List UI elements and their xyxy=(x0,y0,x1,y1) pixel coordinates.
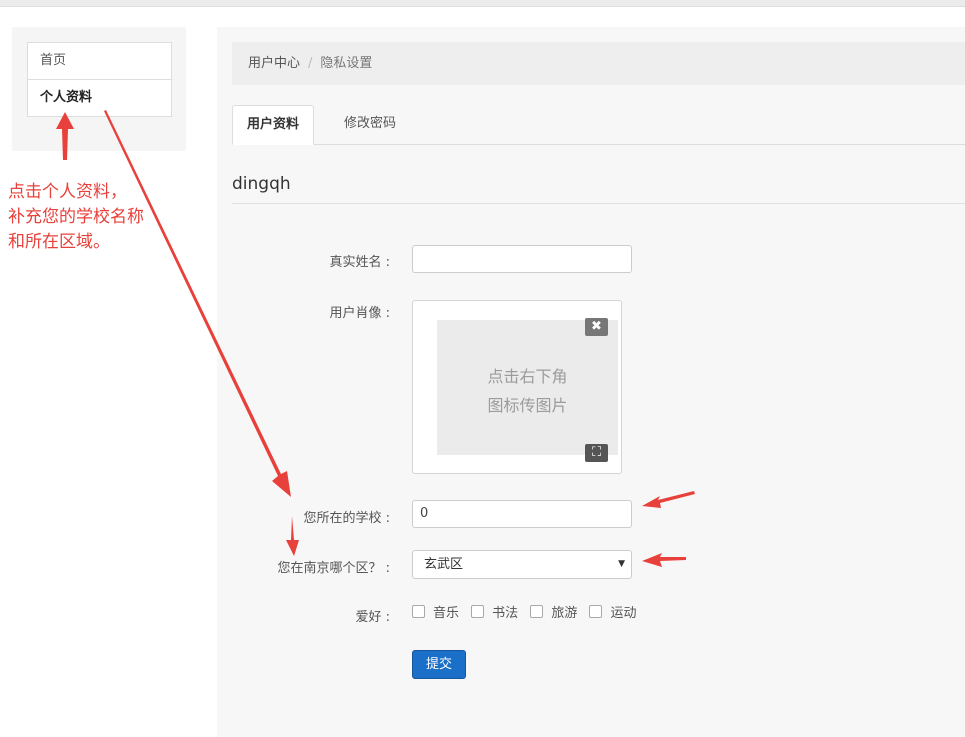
annotation-line-1: 点击个人资料， xyxy=(8,182,127,202)
hobby-music: 音乐 xyxy=(412,605,459,623)
hobby-music-checkbox[interactable] xyxy=(412,605,425,618)
avatar-hint-line-2: 图标传图片 xyxy=(487,396,568,415)
real-name-label: 真实姓名 : xyxy=(329,255,390,270)
sidebar: 首页 个人资料 xyxy=(12,27,186,151)
hobby-sports: 运动 xyxy=(589,605,636,623)
tab-bar: 用户资料 修改密码 xyxy=(232,105,965,145)
avatar-placeholder[interactable]: 点击右下角 图标传图片 ✖ ⛶ xyxy=(437,318,618,462)
submit-button[interactable]: 提交 xyxy=(412,650,466,679)
school-input[interactable]: 0 xyxy=(412,500,632,528)
breadcrumb-separator: / xyxy=(308,56,313,71)
sidebar-item-profile[interactable]: 个人资料 xyxy=(28,79,171,116)
real-name-input[interactable] xyxy=(412,245,632,273)
top-bar xyxy=(0,0,965,7)
hobby-sports-label: 运动 xyxy=(610,606,637,621)
sidebar-item-home[interactable]: 首页 xyxy=(28,43,171,79)
hobbies-label: 爱好 : xyxy=(355,610,390,625)
hobby-calligraphy-label: 书法 xyxy=(492,606,519,621)
sidebar-nav: 首页 个人资料 xyxy=(27,42,172,117)
avatar-uploader: 点击右下角 图标传图片 ✖ ⛶ xyxy=(412,300,622,474)
hobby-music-label: 音乐 xyxy=(433,606,460,621)
chevron-down-icon: ▼ xyxy=(618,559,625,569)
close-icon[interactable]: ✖ xyxy=(585,318,608,336)
annotation-line-3: 和所在区域。 xyxy=(8,232,110,252)
upload-icon[interactable]: ⛶ xyxy=(585,444,608,462)
hobby-sports-checkbox[interactable] xyxy=(589,605,603,618)
avatar-label: 用户肖像 : xyxy=(329,306,390,321)
annotation-note: 点击个人资料， 补充您的学校名称 和所在区域。 xyxy=(8,180,168,255)
breadcrumb-privacy-settings: 隐私设置 xyxy=(320,56,373,71)
breadcrumb-user-center[interactable]: 用户中心 xyxy=(248,56,300,71)
district-select[interactable]: 玄武区 ▼ xyxy=(412,550,632,579)
hobby-travel-checkbox[interactable] xyxy=(530,605,544,618)
district-label: 您在南京哪个区？ : xyxy=(277,561,390,576)
hobby-travel-label: 旅游 xyxy=(551,606,578,621)
main-panel: 用户中心 / 隐私设置 用户资料 修改密码 dingqh 真实姓名 : 用户肖像 :… xyxy=(217,27,965,737)
annotation-line-2: 补充您的学校名称 xyxy=(8,207,144,227)
district-selected-value: 玄武区 xyxy=(424,557,464,572)
avatar-placeholder-text: 点击右下角 图标传图片 xyxy=(437,362,618,420)
breadcrumb: 用户中心 / 隐私设置 xyxy=(232,42,965,85)
hobby-travel: 旅游 xyxy=(530,605,577,623)
username-heading: dingqh xyxy=(232,174,291,194)
tab-change-password[interactable]: 修改密码 xyxy=(330,105,410,144)
school-label: 您所在的学校 : xyxy=(303,511,390,526)
hobby-calligraphy-checkbox[interactable] xyxy=(471,605,485,618)
hobby-calligraphy: 书法 xyxy=(471,605,518,623)
avatar-hint-line-1: 点击右下角 xyxy=(487,367,568,386)
tab-user-profile[interactable]: 用户资料 xyxy=(232,105,315,145)
divider xyxy=(232,203,965,204)
hobbies-group: 音乐 书法 旅游 运动 xyxy=(412,605,644,623)
